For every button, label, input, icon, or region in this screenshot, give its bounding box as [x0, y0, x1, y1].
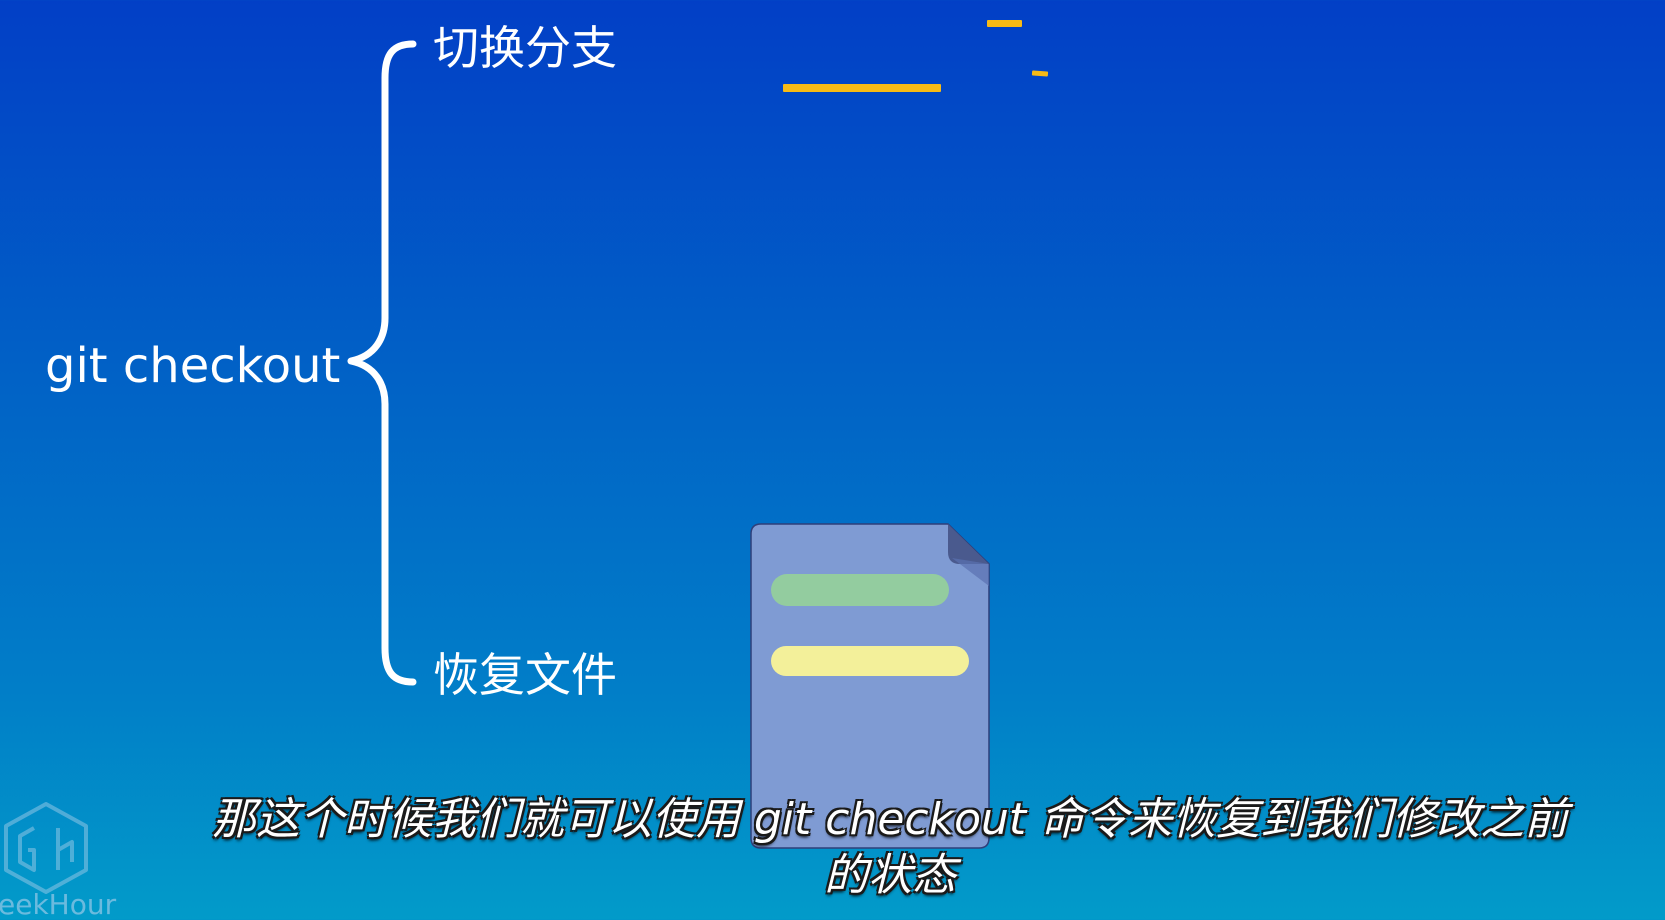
slide-canvas: git checkout 切换分支 恢复文件 那这个时候我们就可以使用 git …: [0, 0, 1665, 920]
curly-brace-icon: [347, 40, 417, 686]
restore-file-label: 恢复文件: [433, 648, 617, 702]
decorative-dash: [783, 84, 941, 92]
geekhour-logo-icon: [4, 802, 88, 894]
watermark-text: eekHour: [0, 888, 117, 920]
document-line-yellow: [771, 646, 969, 676]
subtitle-line-1: 那这个时候我们就可以使用 git checkout 命令来恢复到我们修改之前: [211, 794, 1569, 845]
decorative-dash: [1031, 70, 1049, 77]
subtitle-caption: 那这个时候我们就可以使用 git checkout 命令来恢复到我们修改之前 的…: [120, 792, 1660, 904]
switch-branch-label: 切换分支: [433, 21, 617, 75]
subtitle-line-2: 的状态: [824, 850, 956, 901]
document-line-green: [771, 574, 949, 606]
decorative-dash: [987, 20, 1022, 27]
command-label: git checkout: [45, 338, 341, 394]
